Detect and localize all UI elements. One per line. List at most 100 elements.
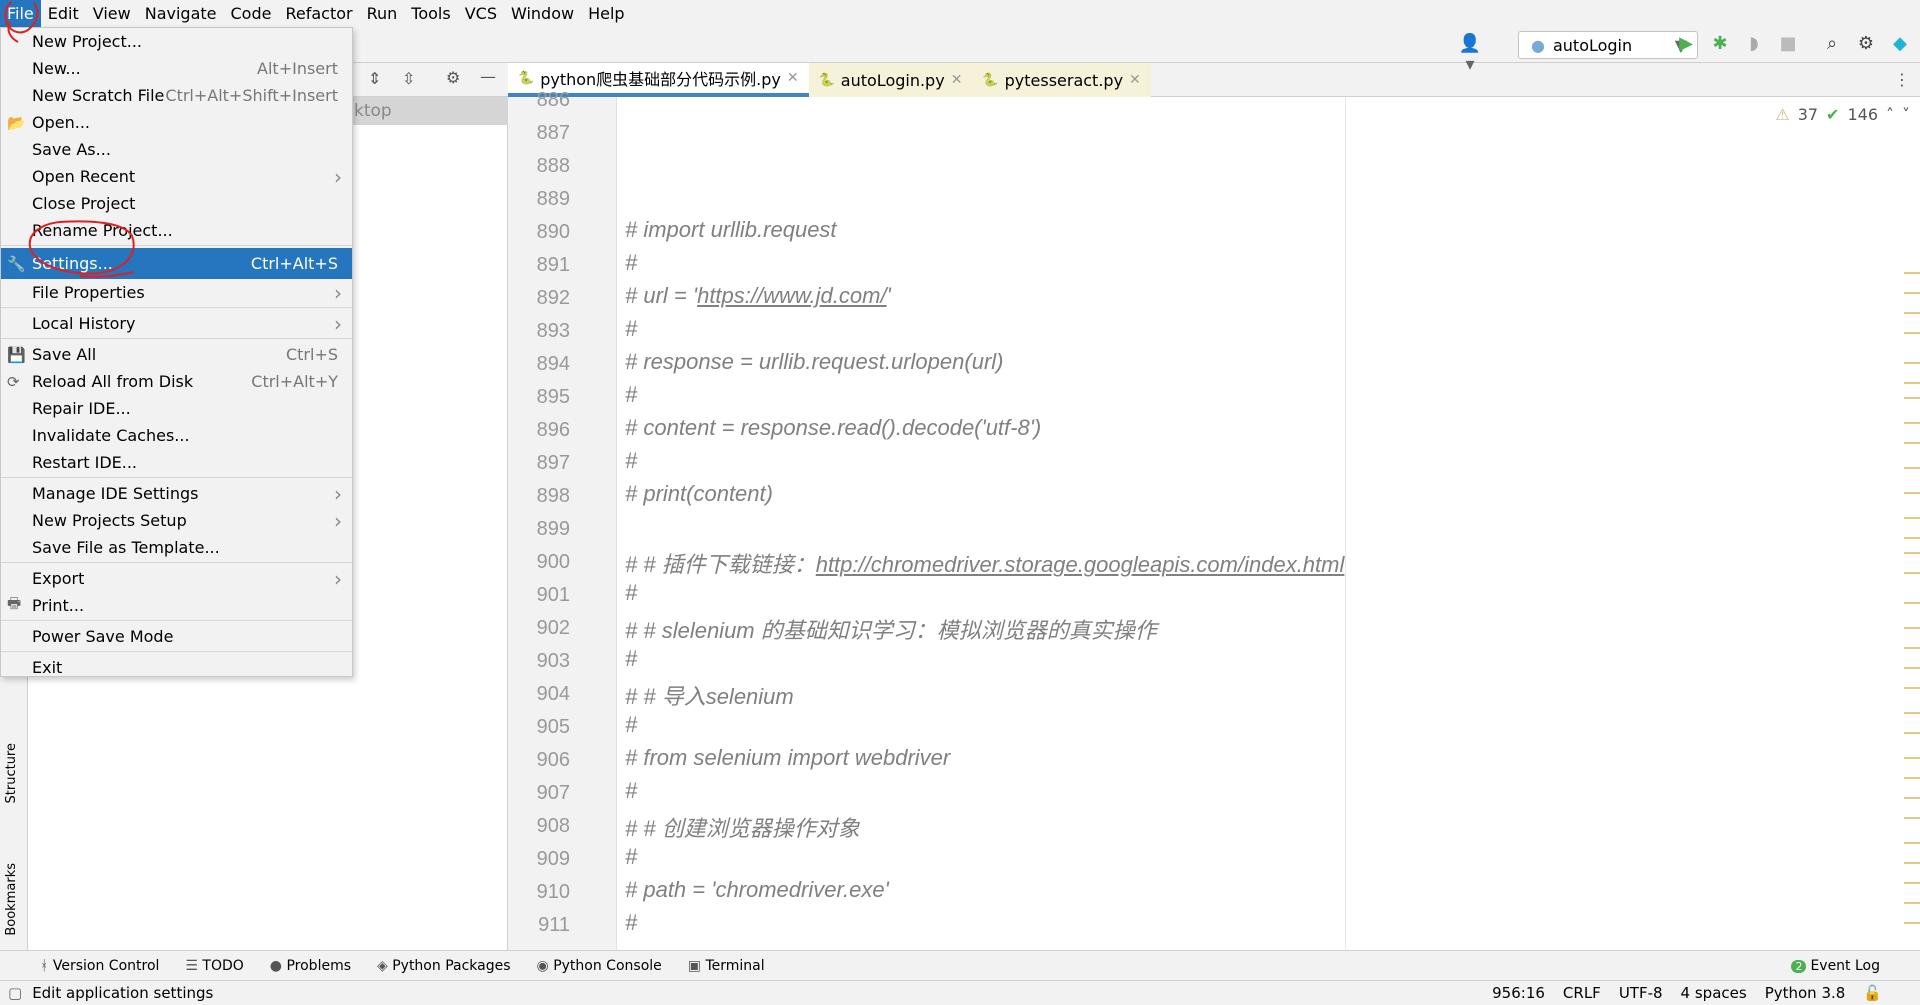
file-menu-item-export[interactable]: Export › — [1, 565, 352, 592]
file-menu-item-save-as[interactable]: Save As... — [1, 136, 352, 163]
event-log-button[interactable]: 2 Event Log — [1791, 958, 1880, 974]
expand-all-icon[interactable]: ⇕ — [368, 69, 381, 88]
file-menu-item-manage-ide-settings[interactable]: Manage IDE Settings › — [1, 480, 352, 507]
gear-icon[interactable]: ⚙ — [1854, 33, 1878, 54]
code-line: # print(content) — [625, 481, 773, 506]
file-menu-item-new[interactable]: New... Alt+Insert — [1, 55, 352, 82]
close-icon[interactable]: ✕ — [951, 72, 963, 88]
coverage-icon[interactable]: ◗ — [1742, 33, 1766, 54]
code-line: # — [625, 250, 638, 275]
close-icon[interactable]: ✕ — [787, 70, 799, 86]
menu-vcs[interactable]: VCS — [458, 0, 504, 27]
file-menu-item-new-project[interactable]: New Project... — [1, 28, 352, 55]
file-menu-item-new-scratch-file[interactable]: New Scratch File Ctrl+Alt+Shift+Insert — [1, 82, 352, 109]
line-number: 904 — [536, 683, 570, 705]
file-menu-item-open[interactable]: 📂 Open... — [1, 109, 352, 136]
file-menu-item-file-properties[interactable]: File Properties › — [1, 279, 352, 306]
lock-icon[interactable]: 🔓 — [1863, 984, 1882, 1002]
menu-window[interactable]: Window — [504, 0, 581, 27]
python-file-icon: 🐍 — [982, 72, 999, 88]
code-line: # # 插件下载链接：http://chromedriver.storage.g… — [625, 552, 1345, 577]
file-menu-item-restart-ide[interactable]: Restart IDE... — [1, 449, 352, 476]
scrollbar-marker — [1904, 362, 1920, 364]
stop-icon[interactable]: ■ — [1776, 33, 1800, 54]
file-menu-item-reload-all-from-disk[interactable]: ⟳ Reload All from Disk Ctrl+Alt+Y — [1, 368, 352, 395]
tab-label: python爬虫基础部分代码示例.py — [540, 70, 781, 89]
wrench-icon: 🔧 — [7, 254, 26, 273]
run-config-select[interactable]: ● autoLogin ▼ — [1518, 31, 1698, 59]
file-menu-item-save-file-as-template[interactable]: Save File as Template... — [1, 534, 352, 561]
python-interpreter[interactable]: Python 3.8 — [1765, 984, 1846, 1002]
code-line: # — [625, 712, 638, 737]
tool-todo[interactable]: ☰ TODO — [185, 958, 243, 974]
menu-tools[interactable]: Tools — [404, 0, 457, 27]
scrollbar-marker — [1904, 732, 1920, 734]
line-separator[interactable]: CRLF — [1563, 984, 1601, 1002]
scrollbar-marker — [1904, 712, 1920, 714]
scrollbar-marker — [1904, 757, 1920, 759]
menu-run[interactable]: Run — [360, 0, 405, 27]
tab-2[interactable]: 🐍 pytesseract.py ✕ — [972, 63, 1151, 97]
run-icon[interactable]: ▶ — [1674, 33, 1698, 54]
file-menu-item-exit[interactable]: Exit — [1, 654, 352, 681]
scrollbar-marker — [1904, 332, 1920, 334]
scrollbar-marker — [1904, 862, 1920, 864]
close-icon[interactable]: ✕ — [1129, 72, 1141, 88]
file-menu-item-power-save-mode[interactable]: Power Save Mode — [1, 623, 352, 650]
menu-edit[interactable]: Edit — [41, 0, 86, 27]
menu-item-label: Power Save Mode — [32, 627, 174, 646]
file-menu-item-save-all[interactable]: 💾 Save All Ctrl+S — [1, 341, 352, 368]
chevron-up-icon[interactable]: ˄ — [1886, 105, 1894, 124]
minimize-icon[interactable]: — — [480, 67, 496, 86]
menu-refactor[interactable]: Refactor — [278, 0, 359, 27]
menu-navigate[interactable]: Navigate — [138, 0, 224, 27]
file-menu-item-new-projects-setup[interactable]: New Projects Setup › — [1, 507, 352, 534]
file-menu-item-invalidate-caches[interactable]: Invalidate Caches... — [1, 422, 352, 449]
file-menu-item-close-project[interactable]: Close Project — [1, 190, 352, 217]
status-bar: ▢ Edit application settings 956:16 CRLF … — [0, 980, 1920, 1005]
file-menu-item-print[interactable]: 🖶 Print... — [1, 592, 352, 619]
file-menu-item-local-history[interactable]: Local History › — [1, 310, 352, 337]
code-line: # — [625, 448, 638, 473]
line-number: 911 — [538, 914, 570, 936]
menu-code[interactable]: Code — [224, 0, 279, 27]
file-menu-item-rename-project[interactable]: Rename Project... — [1, 217, 352, 244]
tab-label: pytesseract.py — [1004, 70, 1124, 90]
structure-tool-button[interactable]: Structure — [4, 743, 19, 803]
tool-problems[interactable]: ● Problems — [270, 958, 351, 974]
menu-help[interactable]: Help — [581, 0, 631, 27]
caret-position[interactable]: 956:16 — [1492, 984, 1545, 1002]
line-number: 897 — [536, 452, 570, 474]
packages-icon: ◈ — [377, 957, 393, 974]
file-menu-item-repair-ide[interactable]: Repair IDE... — [1, 395, 352, 422]
tool-terminal[interactable]: ▣ Terminal — [688, 958, 765, 974]
file-encoding[interactable]: UTF-8 — [1619, 984, 1663, 1002]
file-menu-item-settings[interactable]: 🔧 Settings... Ctrl+Alt+S — [1, 248, 352, 279]
tool-python-console[interactable]: ◉ Python Console — [537, 958, 662, 974]
code-editor[interactable]: 886 887 888 889 890 891 892 893 894 895 896 897 898 8… — [508, 89, 1920, 950]
bookmarks-tool-button[interactable]: Bookmarks — [4, 863, 19, 936]
code-line: # — [625, 646, 638, 671]
jetbrains-logo-icon[interactable]: ◆ — [1888, 33, 1912, 54]
indent-setting[interactable]: 4 spaces — [1681, 984, 1747, 1002]
chevron-down-icon[interactable]: ˅ — [1902, 105, 1910, 124]
menu-file[interactable]: File — [0, 0, 41, 27]
code-link[interactable]: http://chromedriver.storage.googleapis.c… — [816, 552, 1345, 577]
debug-icon[interactable]: ✱ — [1708, 33, 1732, 54]
collapse-all-icon[interactable]: ⇳ — [402, 69, 415, 88]
menu-item-label: File Properties — [32, 283, 145, 302]
gear-icon[interactable]: ⚙ — [446, 68, 460, 87]
code-link[interactable]: https://www.jd.com/ — [697, 283, 887, 308]
tool-python-packages[interactable]: ◈ Python Packages — [377, 958, 511, 974]
tool-version-control[interactable]: ᚼ Version Control — [40, 958, 159, 974]
more-options-icon[interactable]: ⋮ — [1894, 63, 1910, 96]
python-icon: ● — [1531, 35, 1545, 55]
file-menu-item-open-recent[interactable]: Open Recent › — [1, 163, 352, 190]
inspection-widget[interactable]: ⚠ 37 ✔ 146 ˄ ˅ — [1775, 105, 1910, 124]
line-number: 907 — [536, 782, 570, 804]
search-icon[interactable]: ⌕ — [1820, 33, 1844, 54]
scrollbar-marker — [1904, 422, 1920, 424]
tab-1[interactable]: 🐍 autoLogin.py ✕ — [808, 63, 973, 97]
python-file-icon: 🐍 — [818, 72, 835, 88]
menu-view[interactable]: View — [86, 0, 138, 27]
